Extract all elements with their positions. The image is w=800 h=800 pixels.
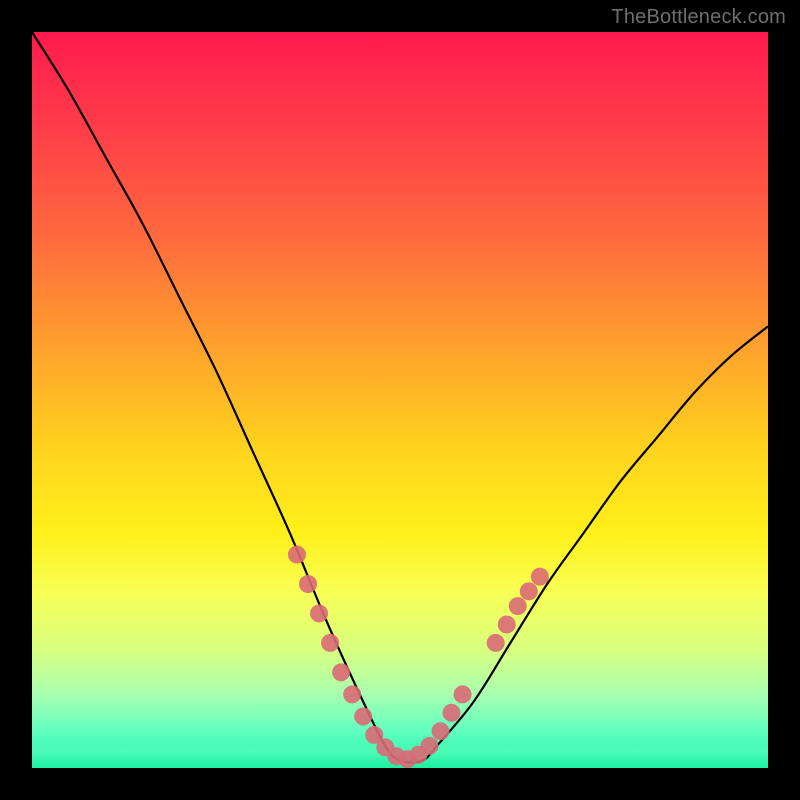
curve-marker: [520, 582, 538, 600]
curve-marker: [420, 737, 438, 755]
curve-marker: [321, 634, 339, 652]
watermark-text: TheBottleneck.com: [611, 6, 786, 29]
curve-marker: [332, 663, 350, 681]
curve-marker: [431, 722, 449, 740]
curve-marker: [299, 575, 317, 593]
curve-marker: [487, 634, 505, 652]
bottleneck-curve: [32, 32, 768, 762]
curve-marker: [288, 546, 306, 564]
curve-marker: [443, 704, 461, 722]
curve-marker: [310, 604, 328, 622]
curve-marker: [498, 615, 516, 633]
plot-area: [32, 32, 768, 768]
curve-marker: [454, 685, 472, 703]
chart-frame: TheBottleneck.com: [0, 0, 800, 800]
curve-marker: [531, 568, 549, 586]
curve-marker: [343, 685, 361, 703]
curve-marker: [509, 597, 527, 615]
curve-layer: [32, 32, 768, 768]
curve-marker: [354, 707, 372, 725]
